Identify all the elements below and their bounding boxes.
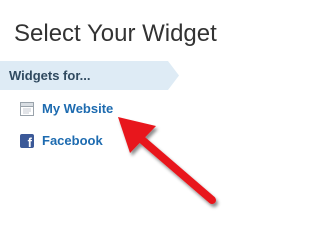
widget-item-my-website[interactable]: My Website	[0, 99, 140, 119]
widget-item-facebook[interactable]: f Facebook	[0, 131, 140, 151]
widgets-for-header: Widgets for...	[0, 61, 179, 90]
widget-item-label: Facebook	[42, 133, 103, 148]
facebook-icon: f	[20, 134, 34, 149]
section-header-label: Widgets for...	[9, 68, 91, 83]
page-title: Select Your Widget	[14, 20, 217, 47]
webpage-icon	[20, 102, 34, 121]
widget-item-label: My Website	[42, 101, 114, 116]
